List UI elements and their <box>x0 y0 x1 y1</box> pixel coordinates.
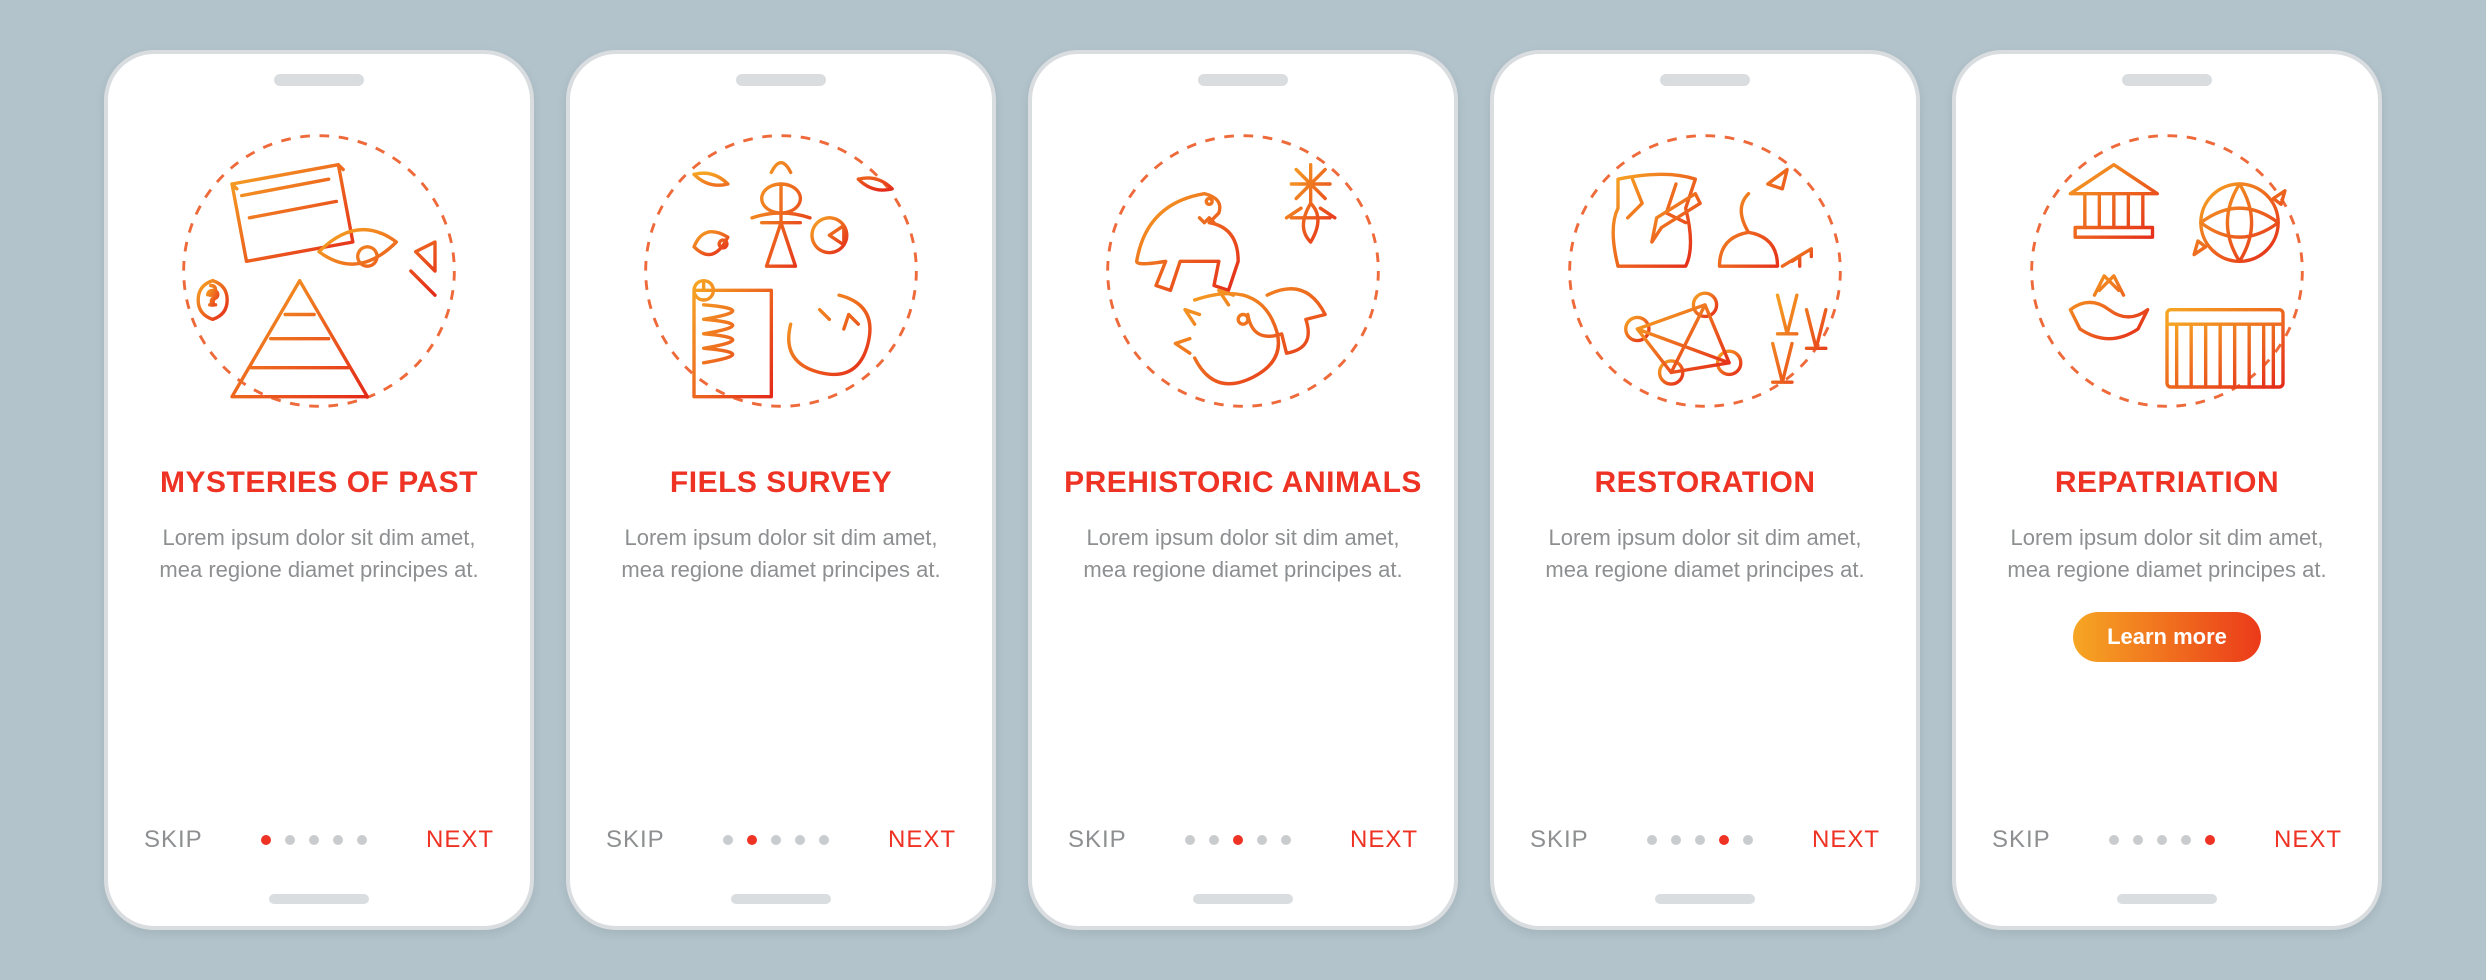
dot-2[interactable] <box>285 835 295 845</box>
dot-4[interactable] <box>1257 835 1267 845</box>
mysteries-icon: ? <box>174 126 464 416</box>
home-indicator <box>731 894 831 904</box>
page-description: Lorem ipsum dolor sit dim amet, mea regi… <box>2007 522 2327 586</box>
phone-speaker <box>1198 74 1288 86</box>
home-indicator <box>269 894 369 904</box>
dot-3[interactable] <box>309 835 319 845</box>
phone-speaker <box>1660 74 1750 86</box>
prehistoric-icon <box>1098 126 1388 416</box>
page-indicator <box>1185 835 1291 845</box>
survey-icon <box>636 126 926 416</box>
skip-button[interactable]: SKIP <box>144 826 203 854</box>
page-title: Restoration <box>1594 466 1815 500</box>
onboarding-footer: SKIP NEXT <box>1992 826 2342 854</box>
next-button[interactable]: NEXT <box>1350 826 1418 854</box>
dot-5[interactable] <box>1281 835 1291 845</box>
dot-5[interactable] <box>1743 835 1753 845</box>
skip-button[interactable]: SKIP <box>1530 826 1589 854</box>
dot-2[interactable] <box>1671 835 1681 845</box>
onboarding-footer: SKIP NEXT <box>1530 826 1880 854</box>
dot-5[interactable] <box>357 835 367 845</box>
page-description: Lorem ipsum dolor sit dim amet, mea regi… <box>621 522 941 586</box>
dot-2[interactable] <box>1209 835 1219 845</box>
dot-1[interactable] <box>1647 835 1657 845</box>
restoration-icon <box>1560 126 1850 416</box>
phone-speaker <box>2122 74 2212 86</box>
page-title: Prehistoric animals <box>1064 466 1422 500</box>
dot-3[interactable] <box>1233 835 1243 845</box>
page-description: Lorem ipsum dolor sit dim amet, mea regi… <box>1545 522 1865 586</box>
dot-1[interactable] <box>1185 835 1195 845</box>
page-title: Mysteries of past <box>160 466 478 500</box>
skip-button[interactable]: SKIP <box>1992 826 2051 854</box>
phone-speaker <box>274 74 364 86</box>
dot-1[interactable] <box>2109 835 2119 845</box>
dot-1[interactable] <box>261 835 271 845</box>
page-indicator <box>723 835 829 845</box>
page-title: Repatriation <box>2055 466 2279 500</box>
dot-1[interactable] <box>723 835 733 845</box>
next-button[interactable]: NEXT <box>888 826 956 854</box>
onboarding-card-4: Restoration Lorem ipsum dolor sit dim am… <box>1490 50 1920 930</box>
page-description: Lorem ipsum dolor sit dim amet, mea regi… <box>1083 522 1403 586</box>
onboarding-card-5: Repatriation Lorem ipsum dolor sit dim a… <box>1952 50 2382 930</box>
dot-2[interactable] <box>2133 835 2143 845</box>
phone-speaker <box>736 74 826 86</box>
dot-5[interactable] <box>819 835 829 845</box>
onboarding-card-3: Prehistoric animals Lorem ipsum dolor si… <box>1028 50 1458 930</box>
page-indicator <box>261 835 367 845</box>
onboarding-card-1: ? Mysteries of past Lorem ipsum dolor si… <box>104 50 534 930</box>
skip-button[interactable]: SKIP <box>1068 826 1127 854</box>
home-indicator <box>1655 894 1755 904</box>
home-indicator <box>1193 894 1293 904</box>
next-button[interactable]: NEXT <box>2274 826 2342 854</box>
onboarding-footer: SKIP NEXT <box>144 826 494 854</box>
repatriation-icon <box>2022 126 2312 416</box>
dot-5[interactable] <box>2205 835 2215 845</box>
dot-4[interactable] <box>795 835 805 845</box>
dot-3[interactable] <box>771 835 781 845</box>
dot-4[interactable] <box>2181 835 2191 845</box>
dot-3[interactable] <box>2157 835 2167 845</box>
page-indicator <box>2109 835 2215 845</box>
page-indicator <box>1647 835 1753 845</box>
next-button[interactable]: NEXT <box>426 826 494 854</box>
onboarding-card-2: Fiels survey Lorem ipsum dolor sit dim a… <box>566 50 996 930</box>
dot-2[interactable] <box>747 835 757 845</box>
onboarding-footer: SKIP NEXT <box>606 826 956 854</box>
page-title: Fiels survey <box>670 466 892 500</box>
home-indicator <box>2117 894 2217 904</box>
dot-4[interactable] <box>333 835 343 845</box>
skip-button[interactable]: SKIP <box>606 826 665 854</box>
learn-more-button[interactable]: Learn more <box>2073 612 2261 662</box>
next-button[interactable]: NEXT <box>1812 826 1880 854</box>
dot-4[interactable] <box>1719 835 1729 845</box>
page-description: Lorem ipsum dolor sit dim amet, mea regi… <box>159 522 479 586</box>
onboarding-footer: SKIP NEXT <box>1068 826 1418 854</box>
dot-3[interactable] <box>1695 835 1705 845</box>
svg-text:?: ? <box>207 286 219 310</box>
